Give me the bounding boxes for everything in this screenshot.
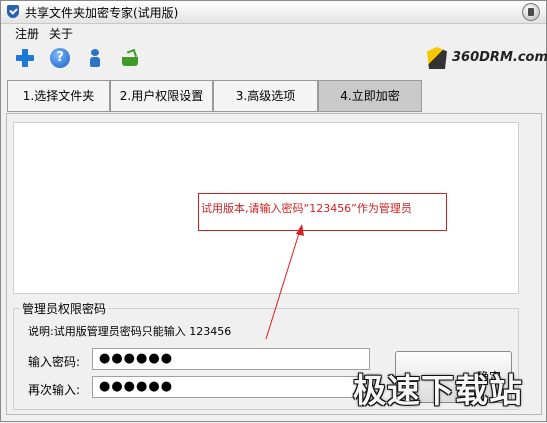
- close-icon: [528, 8, 534, 16]
- help-icon[interactable]: ?: [50, 48, 70, 68]
- annotation-box: 试用版本,请输入密码“123456”作为管理员: [198, 193, 447, 231]
- tab-user-permissions[interactable]: 2.用户权限设置: [110, 80, 213, 112]
- user-icon[interactable]: [85, 48, 105, 68]
- logo-shield-icon: [427, 47, 447, 69]
- tab-select-folder[interactable]: 1.选择文件夹: [7, 80, 110, 112]
- confirm-password-input[interactable]: ●●●●●●: [92, 376, 370, 398]
- window-title: 共享文件夹加密专家(试用版): [25, 6, 179, 20]
- group-title: 管理员权限密码: [20, 300, 109, 317]
- tab-advanced-options[interactable]: 3.高级选项: [213, 80, 318, 112]
- password-input[interactable]: ●●●●●●: [92, 348, 370, 370]
- tab-bar: 1.选择文件夹 2.用户权限设置 3.高级选项 4.立即加密: [7, 78, 543, 112]
- menu-register[interactable]: 注册: [15, 25, 39, 42]
- watermark: 极速下载站: [353, 371, 523, 410]
- confirm-password-label: 再次输入:: [28, 383, 81, 397]
- basket-icon[interactable]: [120, 48, 140, 68]
- tab-encrypt-now[interactable]: 4.立即加密: [318, 80, 422, 112]
- brand-logo: 360DRM.com: [427, 45, 547, 71]
- password-note: 说明:试用版管理员密码只能输入 123456: [28, 325, 232, 338]
- app-window: 共享文件夹加密专家(试用版) 注册 关于 ? 360DRM.com 1.选择文件…: [0, 0, 547, 422]
- close-button[interactable]: [522, 3, 540, 21]
- logo-text: 360DRM.com: [452, 50, 547, 65]
- preview-area: 试用版本,请输入密码“123456”作为管理员: [13, 122, 519, 294]
- title-bar: 共享文件夹加密专家(试用版): [1, 1, 546, 24]
- add-icon[interactable]: [15, 48, 35, 68]
- menu-about[interactable]: 关于: [49, 25, 73, 42]
- shield-icon: [7, 5, 19, 18]
- password-label: 输入密码:: [28, 355, 81, 369]
- menu-bar: 注册 关于: [1, 23, 546, 41]
